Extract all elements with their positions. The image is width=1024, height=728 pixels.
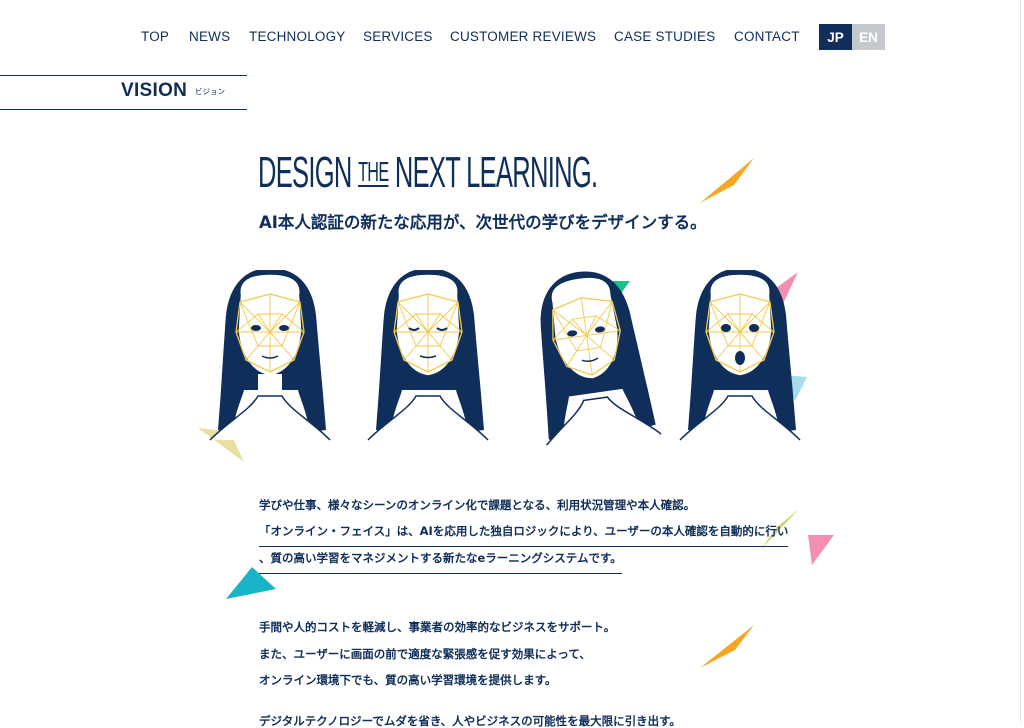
face-head-tilted (540, 271, 662, 445)
orange-triangle-top (700, 158, 754, 203)
body-text-line: 手間や人的コストを軽減し、事業者の効率的なビジネスをサポート。 (259, 620, 616, 634)
lang-en-button[interactable]: EN (852, 24, 885, 50)
nav-technology[interactable]: TECHNOLOGY (249, 28, 346, 46)
face-recognition-illustration (209, 270, 801, 445)
nav-customer-reviews[interactable]: CUSTOMER REVIEWS (450, 28, 596, 46)
section-subtitle: ビジョン (195, 87, 225, 96)
body-text-line: デジタルテクノロジーでムダを省き、人やビジネスの可能性を最大限に引き出す。 (259, 714, 681, 728)
face-mouth-open (679, 270, 801, 441)
lang-jp-button[interactable]: JP (819, 24, 852, 50)
face-eyes-closed (367, 270, 489, 441)
nav-top[interactable]: TOP (141, 28, 169, 46)
hero-subheadline: AI本人認証の新たな応用が、次世代の学びをデザインする。 (259, 213, 707, 232)
hero-headline: DESIGN THE NEXT LEARNING. (258, 148, 598, 198)
body-text-line: また、ユーザーに画面の前で適度な緊張感を促す効果によって、 (259, 647, 591, 661)
body-text-line: 学びや仕事、様々なシーンのオンライン化で課題となる、利用状況管理や本人確認。 (259, 498, 696, 512)
orange-triangle-bottom (700, 625, 754, 668)
headline-part-next-learning: NEXT LEARNING. (394, 148, 598, 197)
body-text-line-underlined: 、質の高い学習をマネジメントする新たなeラーニングシステムです。 (259, 551, 622, 574)
body-text-span: 「オンライン・フェイス」は、AIを応用した独自ロジックにより、ユーザーの本人確認… (259, 524, 789, 547)
body-text-line-underlined: 「オンライン・フェイス」は、AIを応用した独自ロジックにより、ユーザーの本人確認… (259, 524, 789, 547)
pink-triangle-bottom (808, 535, 834, 565)
body-text-span: 、質の高い学習をマネジメントする新たなeラーニングシステムです。 (259, 551, 622, 574)
body-text-line: オンライン環境下でも、質の高い学習環境を提供します。 (259, 673, 557, 687)
nav-services[interactable]: SERVICES (363, 28, 433, 46)
section-title: VISION (121, 80, 188, 101)
nav-contact[interactable]: CONTACT (734, 28, 800, 46)
nav-news[interactable]: NEWS (189, 28, 230, 46)
nav-case-studies[interactable]: CASE STUDIES (614, 28, 715, 46)
headline-part-the: THE (358, 156, 389, 187)
face-neutral (209, 270, 331, 441)
page-frame-edge (1020, 0, 1021, 723)
headline-part-design: DESIGN (258, 148, 352, 197)
